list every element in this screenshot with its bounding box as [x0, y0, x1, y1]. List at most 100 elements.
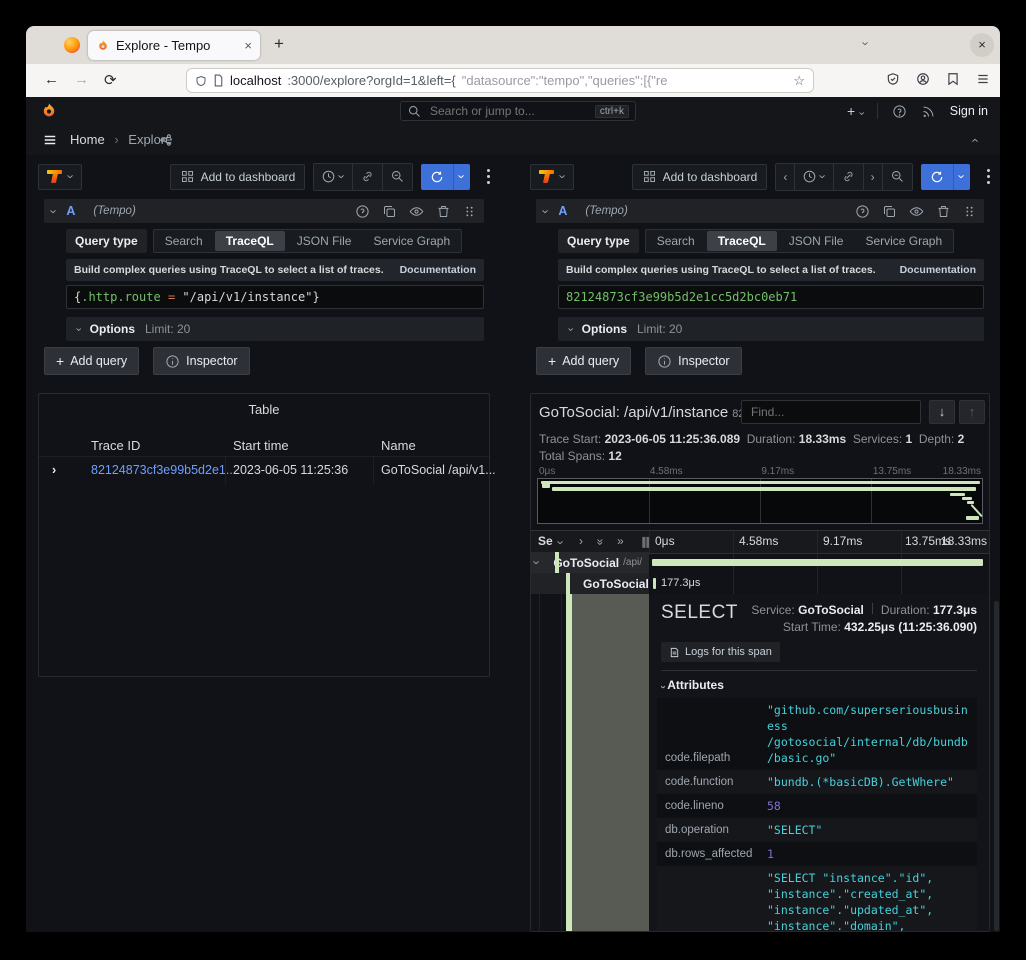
datasource-picker-right[interactable]: › [530, 164, 574, 190]
tab-service-graph[interactable]: Service Graph [362, 230, 461, 252]
window-close-button[interactable]: × [970, 33, 994, 57]
duplicate-icon[interactable] [882, 204, 897, 219]
tab-close-icon[interactable]: × [244, 38, 252, 53]
url-bar[interactable]: localhost:3000/explore?orgId=1&left={"da… [186, 68, 814, 93]
reload-button[interactable]: ⟳ [104, 71, 117, 89]
tab-json-file[interactable]: JSON File [286, 230, 363, 252]
grafana-logo[interactable] [40, 102, 58, 120]
browser-tab[interactable]: Explore - Tempo × [88, 31, 260, 60]
options-accordion-right[interactable]: › Options Limit: 20 [558, 317, 984, 341]
save-to-library-icon[interactable] [946, 72, 960, 86]
logs-for-span-button[interactable]: Logs for this span [661, 642, 780, 662]
disable-eye-icon[interactable] [909, 204, 924, 219]
collapse-one-icon[interactable]: › [579, 534, 583, 548]
tab-traceql[interactable]: TraceQL [707, 231, 777, 251]
traceql-query-input-left[interactable]: {.http.route = "/api/v1/instance"} [66, 285, 484, 309]
documentation-link[interactable]: Documentation [400, 264, 476, 276]
traceql-query-input-right[interactable]: 82124873cf3e99b5d2e1cc5d2bc0eb71 [558, 285, 984, 309]
run-query-button-left[interactable]: › [421, 164, 470, 190]
span-bar-select[interactable] [653, 578, 656, 589]
sign-in-link[interactable]: Sign in [950, 104, 988, 118]
tab-json-file[interactable]: JSON File [778, 230, 855, 252]
link-split-button-left[interactable] [353, 164, 383, 190]
span-row-root[interactable]: › GoToSocial /api/ [531, 552, 989, 573]
back-button[interactable]: ← [44, 71, 59, 88]
expand-all-icon[interactable]: » [617, 534, 624, 548]
delete-trash-icon[interactable] [436, 204, 451, 219]
more-options-kebab-left[interactable] [486, 169, 490, 185]
collapse-all-icon[interactable]: » [593, 539, 607, 546]
find-next-button[interactable]: ↓ [929, 400, 955, 424]
news-icon[interactable] [921, 104, 936, 119]
run-query-button-right[interactable]: › [921, 164, 970, 190]
find-input[interactable] [749, 404, 913, 420]
duplicate-icon[interactable] [382, 204, 397, 219]
trace-id-link[interactable]: 82124873cf3e99b5d2e1... [91, 463, 236, 477]
share-icon[interactable] [159, 133, 173, 147]
firefox-icon[interactable] [64, 37, 80, 53]
page-scrollbar[interactable] [994, 601, 999, 931]
documentation-link[interactable]: Documentation [900, 264, 976, 276]
new-tab-button[interactable]: + [274, 34, 284, 54]
page-info-icon[interactable] [213, 74, 224, 87]
query-row-header-right[interactable]: › A (Tempo) [536, 199, 984, 223]
mega-menu-icon[interactable] [42, 133, 58, 147]
delete-trash-icon[interactable] [936, 204, 951, 219]
column-header-trace-id[interactable]: Trace ID [91, 438, 140, 453]
protections-shield-icon[interactable] [886, 72, 900, 86]
service-operation-header[interactable]: Se [538, 534, 553, 548]
time-picker-left[interactable]: › [314, 164, 352, 190]
datasource-picker-left[interactable]: › [38, 164, 82, 190]
tab-search[interactable]: Search [646, 230, 706, 252]
span-row-select[interactable]: GoToSocial 177.3μs [531, 573, 989, 594]
add-to-dashboard-button-right[interactable]: Add to dashboard [632, 164, 768, 190]
account-icon[interactable] [916, 72, 930, 86]
add-query-button-left[interactable]: +Add query [44, 347, 139, 375]
link-split-button-right[interactable] [834, 164, 864, 190]
inspector-button-left[interactable]: Inspector [153, 347, 249, 375]
row-expander-icon[interactable]: › [52, 463, 56, 477]
global-search[interactable]: ctrl+k [400, 101, 636, 121]
trace-minimap[interactable] [537, 478, 983, 524]
query-help-icon[interactable] [855, 204, 870, 219]
menu-hamburger-icon[interactable] [976, 72, 990, 86]
column-header-name[interactable]: Name [381, 438, 416, 453]
selected-span-name-column[interactable] [572, 594, 649, 931]
zoom-out-button-right[interactable] [883, 164, 912, 190]
zoom-out-button-left[interactable] [383, 164, 412, 190]
disable-eye-icon[interactable] [409, 204, 424, 219]
find-box[interactable] [741, 400, 921, 424]
query-row-header-left[interactable]: › A (Tempo) [44, 199, 484, 223]
span-bar-root[interactable] [652, 559, 983, 566]
query-help-icon[interactable] [355, 204, 370, 219]
inspector-button-right[interactable]: Inspector [645, 347, 741, 375]
time-shift-back-right[interactable]: ‹ [776, 164, 795, 190]
table-row[interactable]: › 82124873cf3e99b5d2e1... 2023-06-05 11:… [39, 456, 489, 484]
time-shift-forward-right[interactable]: › [864, 164, 883, 190]
add-to-dashboard-button-left[interactable]: Add to dashboard [170, 164, 306, 190]
tab-service-graph[interactable]: Service Graph [854, 230, 953, 252]
list-tabs-icon[interactable]: › [864, 36, 868, 51]
help-icon[interactable] [892, 104, 907, 119]
drag-handle-icon[interactable] [463, 205, 476, 218]
chevron-down-icon[interactable]: › [555, 540, 568, 544]
bookmark-star-icon[interactable]: ☆ [793, 73, 805, 89]
find-prev-button[interactable]: ↑ [959, 400, 985, 424]
options-accordion-left[interactable]: › Options Limit: 20 [66, 317, 484, 341]
drag-handle-icon[interactable] [963, 205, 976, 218]
collapse-header-icon[interactable]: › [968, 138, 981, 142]
search-input[interactable] [428, 103, 589, 119]
more-options-kebab-right[interactable] [986, 169, 990, 185]
trace-title: GoToSocial: /api/v1/instance8212 [539, 404, 757, 421]
tab-search[interactable]: Search [154, 230, 214, 252]
forward-button[interactable]: → [74, 71, 89, 88]
column-header-start-time[interactable]: Start time [233, 438, 289, 453]
new-menu-button[interactable]: + › [847, 103, 863, 119]
shield-permissions-icon[interactable] [195, 75, 207, 87]
add-query-button-right[interactable]: +Add query [536, 347, 631, 375]
time-picker-right[interactable]: › [795, 164, 833, 190]
column-resize-grip[interactable]: ▐▌ [639, 537, 654, 547]
tab-traceql[interactable]: TraceQL [215, 231, 285, 251]
attributes-accordion[interactable]: › Attributes [661, 678, 724, 692]
breadcrumb-home[interactable]: Home [70, 132, 105, 147]
